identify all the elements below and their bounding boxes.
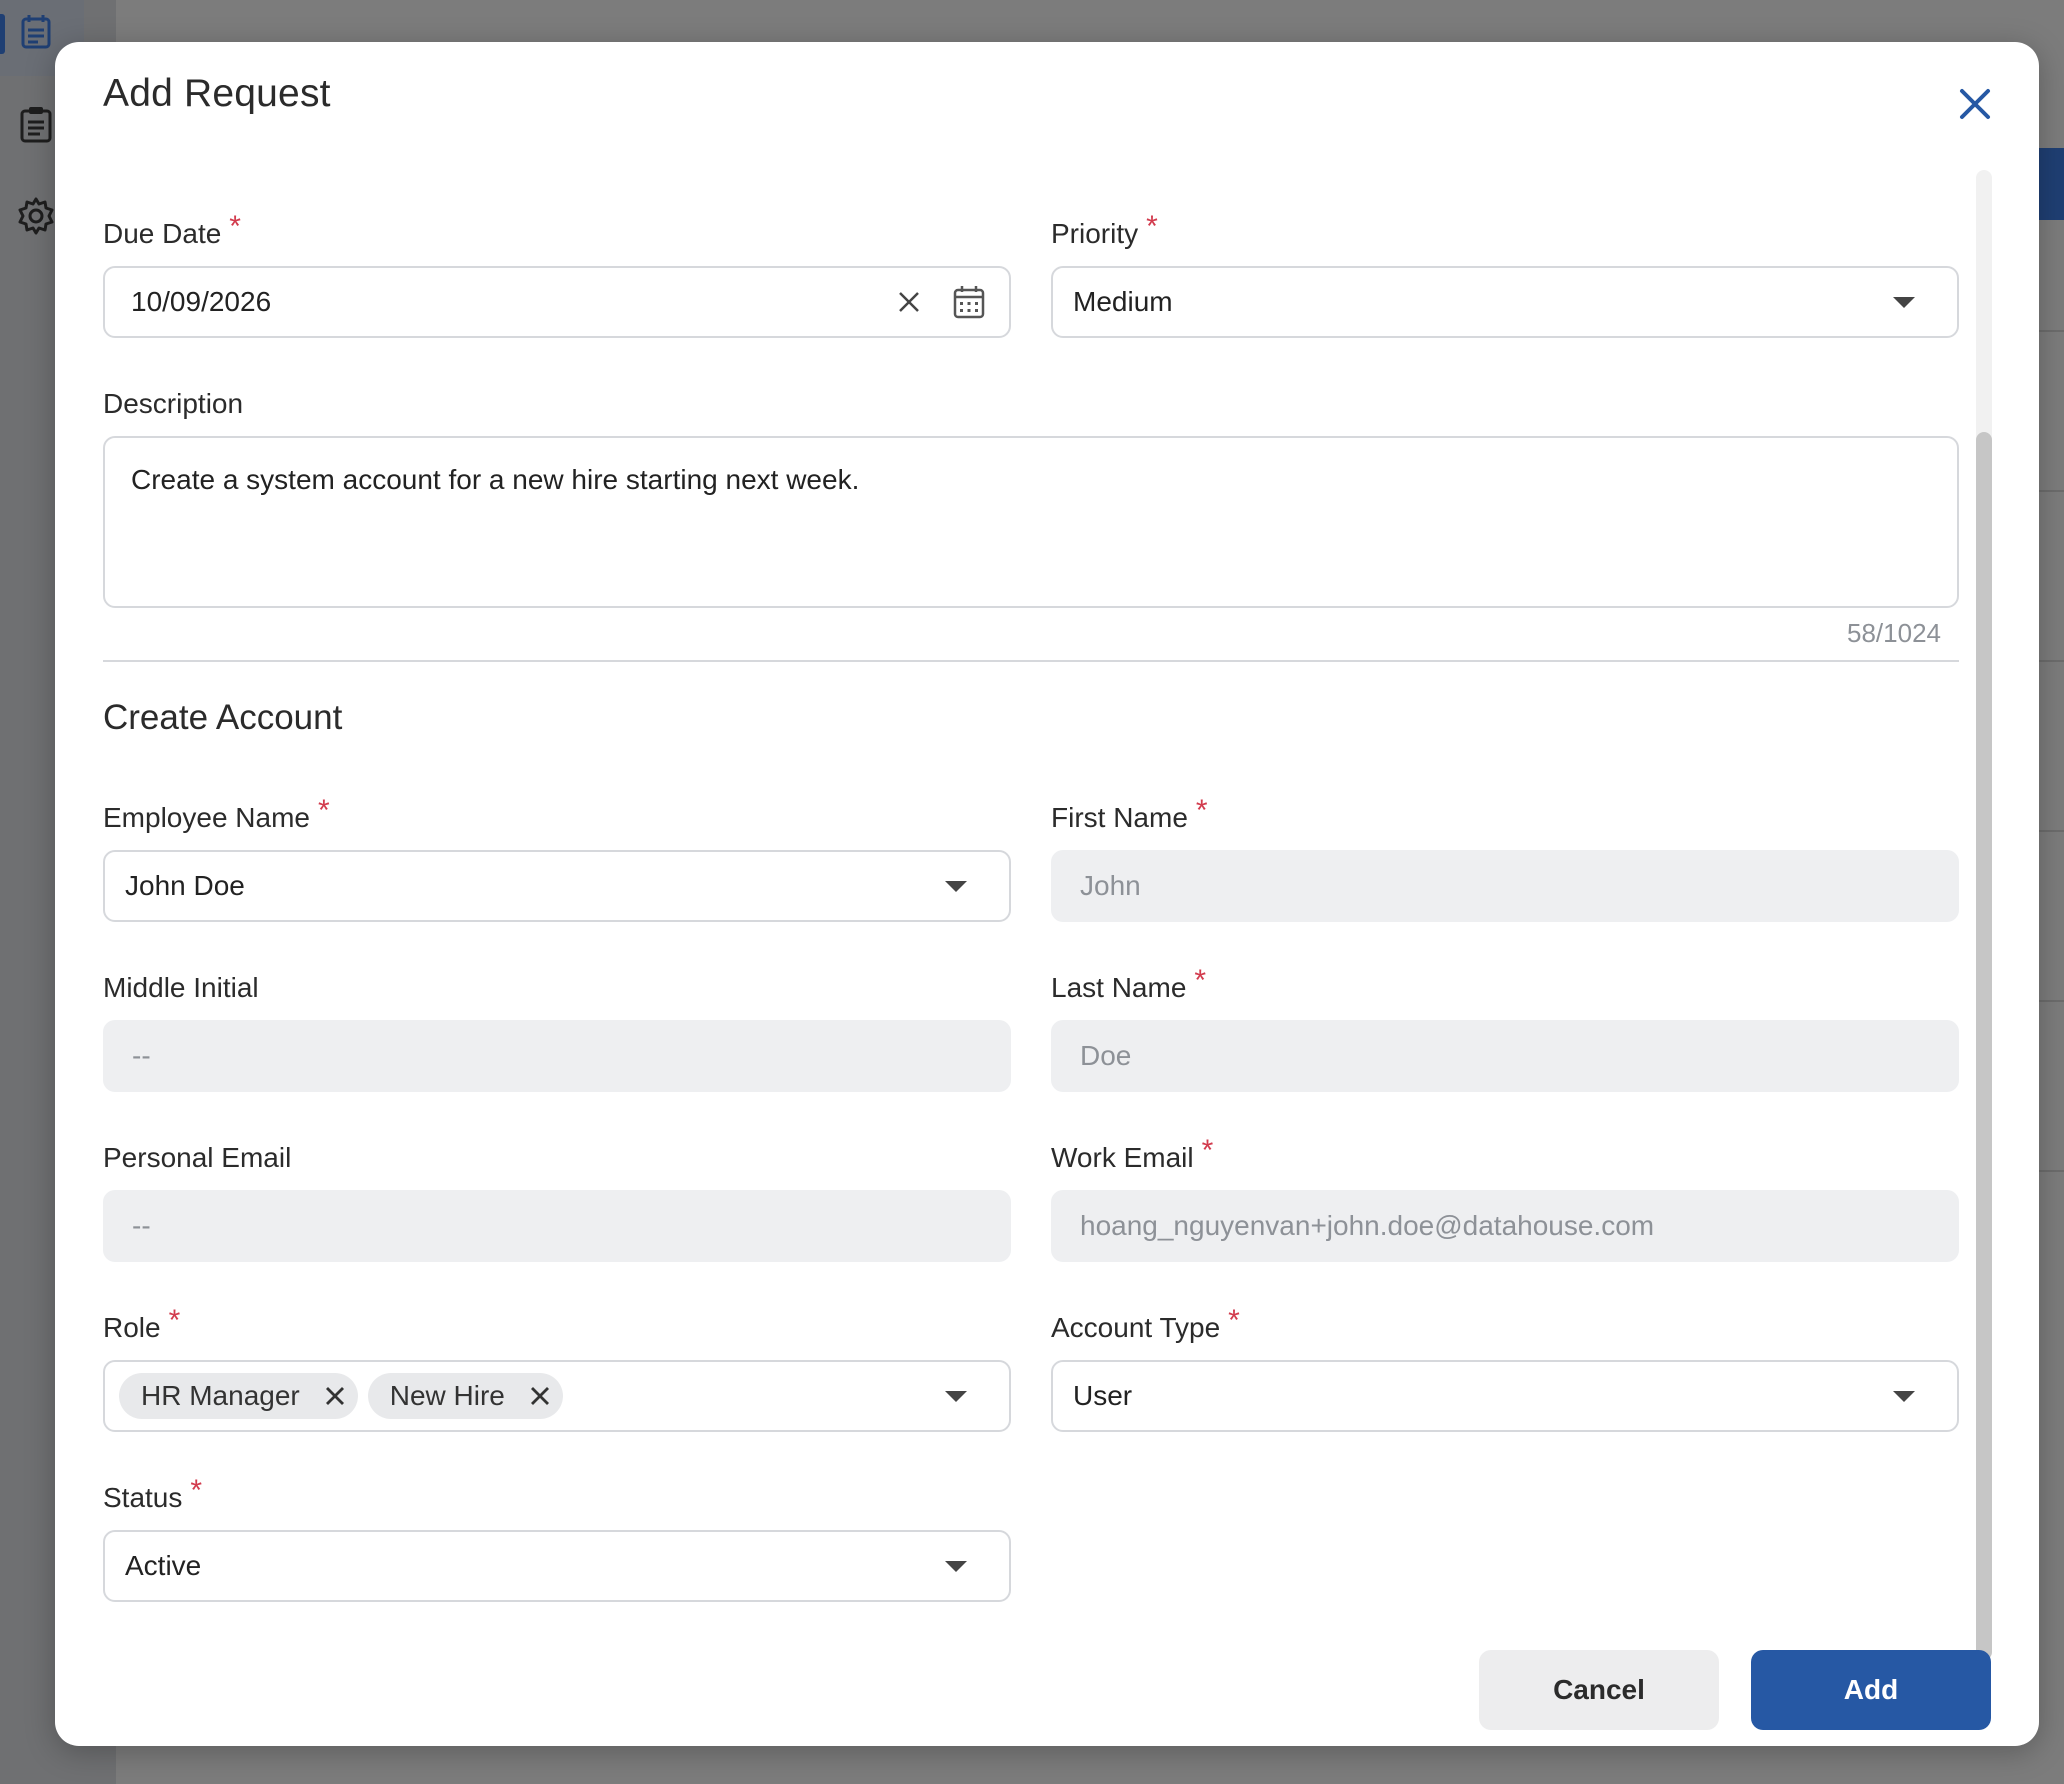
chevron-down-icon <box>1893 296 1915 308</box>
chevron-down-icon <box>1893 1390 1915 1402</box>
scrollbar-thumb[interactable] <box>1976 432 1992 1660</box>
priority-select[interactable]: Medium <box>1051 266 1959 338</box>
due-date-value: 10/09/2026 <box>131 286 272 317</box>
required-marker: * <box>1146 210 1158 243</box>
close-icon <box>1960 89 1990 119</box>
required-marker: * <box>1228 1304 1240 1337</box>
chevron-down-icon <box>945 880 967 892</box>
due-date-label: Due Date * <box>103 210 241 250</box>
middle-initial-value: -- <box>132 1040 151 1071</box>
section-divider <box>103 660 1959 662</box>
description-value: Create a system account for a new hire s… <box>131 464 860 495</box>
first-name-label: First Name * <box>1051 794 1208 834</box>
personal-email-value: -- <box>132 1210 151 1241</box>
last-name-field: Doe <box>1051 1020 1959 1092</box>
required-marker: * <box>1195 794 1208 827</box>
clear-icon[interactable] <box>889 282 929 322</box>
account-type-label: Account Type * <box>1051 1304 1240 1344</box>
status-value: Active <box>125 1550 202 1581</box>
employee-name-value: John Doe <box>125 870 245 901</box>
last-name-value: Doe <box>1080 1040 1132 1071</box>
remove-chip-icon[interactable] <box>320 1381 350 1411</box>
first-name-field: John <box>1051 850 1959 922</box>
description-label: Description <box>103 388 244 419</box>
work-email-label: Work Email * <box>1051 1134 1214 1174</box>
remove-chip-icon[interactable] <box>525 1381 555 1411</box>
role-multiselect[interactable]: HR Manager New Hire <box>103 1360 1011 1432</box>
required-marker: * <box>317 794 330 827</box>
close-button[interactable] <box>1947 76 2003 132</box>
cancel-button[interactable]: Cancel <box>1479 1650 1719 1730</box>
middle-initial-label: Middle Initial <box>103 972 259 1003</box>
dialog-title: Add Request <box>103 72 331 115</box>
role-chip: New Hire <box>367 1373 563 1419</box>
clipboard-icon[interactable] <box>16 104 56 144</box>
role-chips: HR Manager New Hire <box>119 1373 945 1419</box>
gear-icon[interactable] <box>16 196 56 236</box>
first-name-value: John <box>1080 870 1141 901</box>
priority-label: Priority * <box>1051 210 1158 250</box>
sidebar-active-indicator <box>0 14 5 54</box>
required-marker: * <box>229 210 241 243</box>
role-label: Role * <box>103 1304 181 1344</box>
required-marker: * <box>1201 1134 1214 1167</box>
last-name-label: Last Name * <box>1051 964 1207 1004</box>
status-label: Status * <box>103 1474 203 1514</box>
chevron-down-icon <box>945 1560 967 1572</box>
required-marker: * <box>1194 964 1207 997</box>
employee-name-label: Employee Name * <box>103 794 330 834</box>
account-type-select[interactable]: User <box>1051 1360 1959 1432</box>
middle-initial-field: -- <box>103 1020 1011 1092</box>
status-select[interactable]: Active <box>103 1530 1011 1602</box>
role-chip: HR Manager <box>119 1373 358 1419</box>
add-request-dialog: Add Request Due Date * 10/09/2026 Priorit… <box>55 42 2039 1746</box>
employee-name-select[interactable]: John Doe <box>103 850 1011 922</box>
account-type-value: User <box>1073 1380 1133 1411</box>
description-textarea[interactable]: Create a system account for a new hire s… <box>103 436 1959 608</box>
personal-email-field: -- <box>103 1190 1011 1262</box>
required-marker: * <box>190 1474 203 1507</box>
calendar-icon[interactable] <box>949 282 989 322</box>
due-date-field[interactable]: 10/09/2026 <box>103 266 1011 338</box>
add-button[interactable]: Add <box>1751 1650 1991 1730</box>
description-char-counter: 58/1024 <box>1847 618 1941 648</box>
chevron-down-icon <box>945 1390 967 1402</box>
calendar-list-icon[interactable] <box>16 12 56 52</box>
personal-email-label: Personal Email <box>103 1142 292 1173</box>
create-account-section-title: Create Account <box>103 698 343 737</box>
required-marker: * <box>168 1304 181 1337</box>
work-email-field: hoang_nguyenvan+john.doe@datahouse.com <box>1051 1190 1959 1262</box>
priority-value: Medium <box>1073 286 1173 317</box>
work-email-value: hoang_nguyenvan+john.doe@datahouse.com <box>1080 1210 1655 1241</box>
